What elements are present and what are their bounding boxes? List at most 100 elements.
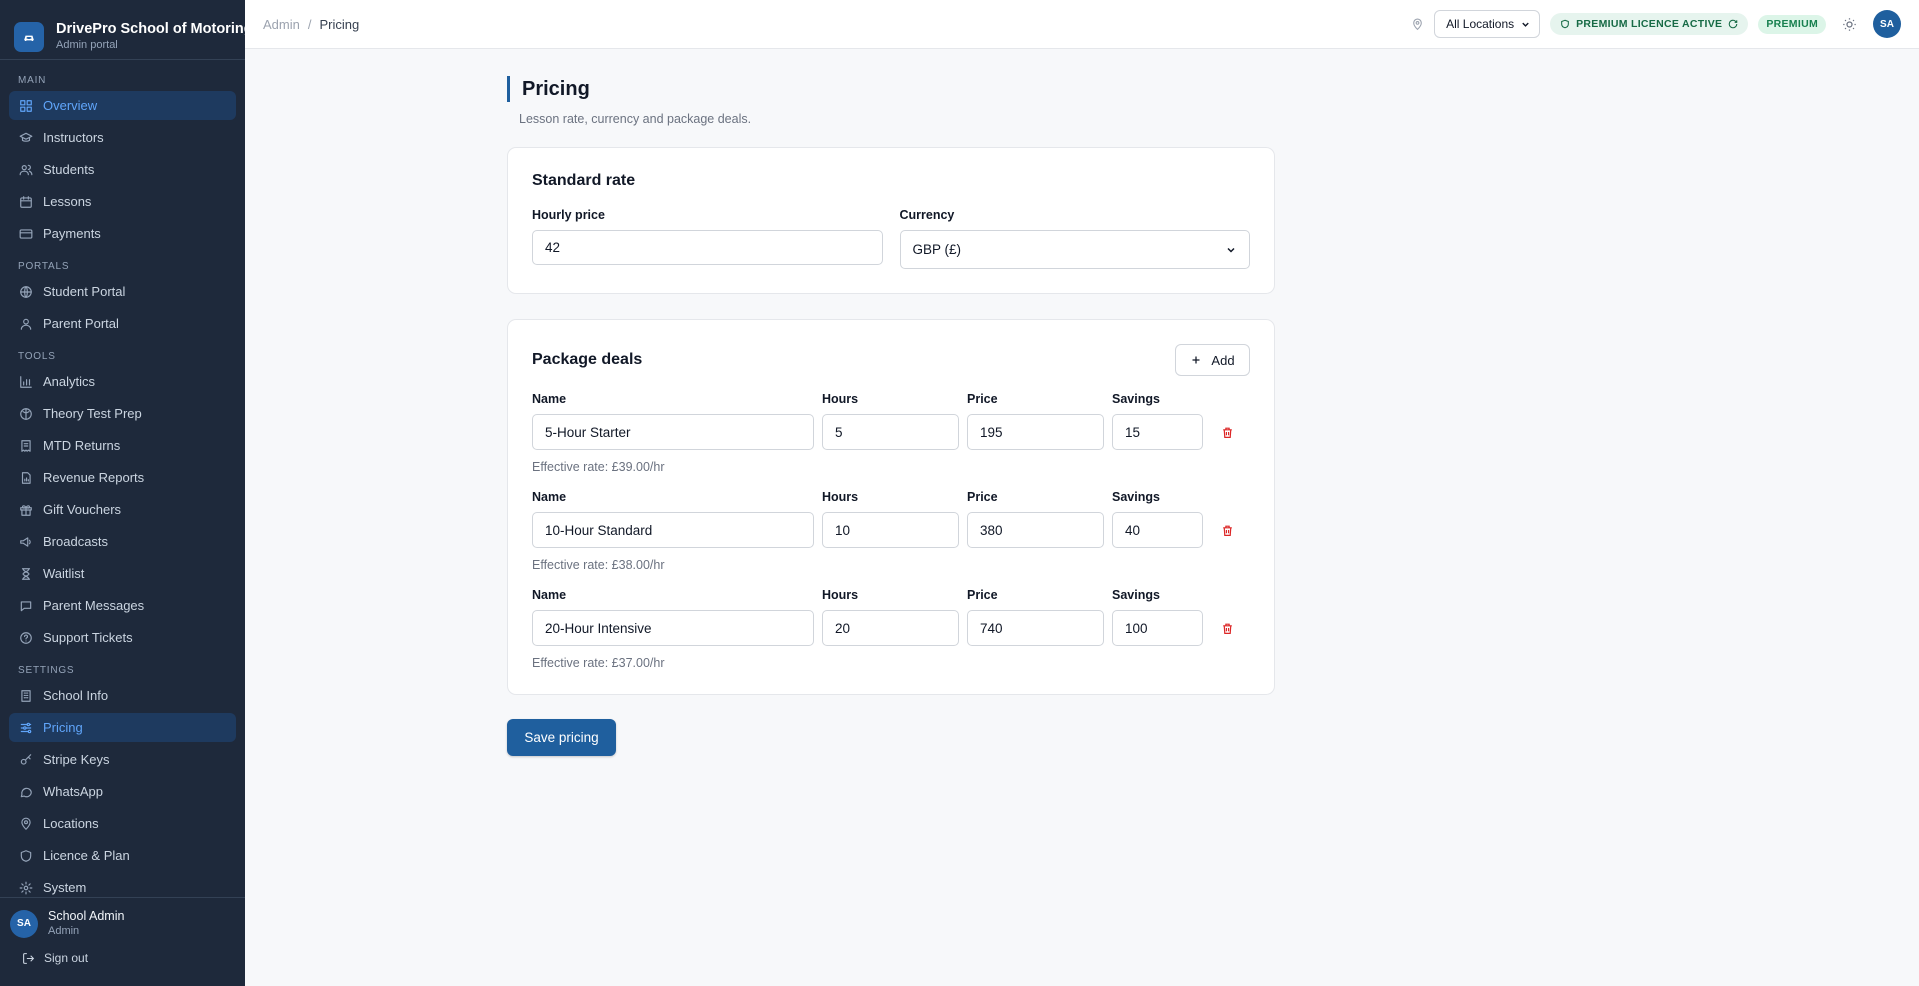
sign-out-button[interactable]: Sign out [10,951,235,965]
credit-card-icon [19,228,33,239]
package-list: Name 5-Hour Starter Hours 5 Price 195 Sa… [532,392,1250,670]
effective-rate: Effective rate: £37.00/hr [532,656,665,670]
nav-section-label: SETTINGS [18,665,75,676]
package-hours-input[interactable]: 10 [822,512,959,548]
sidebar-item-pricing[interactable]: Pricing [9,713,236,742]
user-avatar[interactable]: SA [10,909,38,938]
map-pin-icon [1413,18,1422,30]
header-avatar[interactable]: SA [1873,10,1901,38]
sidebar-item-school-info[interactable]: School Info [9,681,236,710]
package-price-input[interactable]: 740 [967,610,1104,646]
sidebar-item-label: MTD Returns [43,438,121,453]
package-savings-input[interactable]: 15 [1112,414,1203,450]
package-hours-input[interactable]: 20 [822,610,959,646]
sidebar-item-overview[interactable]: Overview [9,91,236,120]
sidebar-item-gift-vouchers[interactable]: Gift Vouchers [9,495,236,524]
package-name-input[interactable]: 20-Hour Intensive [532,610,814,646]
sidebar-item-label: Revenue Reports [43,470,145,485]
key-icon [20,753,32,765]
package-savings-input[interactable]: 40 [1112,512,1203,548]
sidebar-item-licence-plan[interactable]: Licence & Plan [9,841,236,870]
package-price-label: Price [967,490,998,504]
sidebar-item-label: Parent Portal [43,316,119,331]
sidebar-item-locations[interactable]: Locations [9,809,236,838]
sidebar-item-theory-test-prep[interactable]: Theory Test Prep [9,399,236,428]
plus-icon [1192,356,1200,364]
users-icon [19,164,33,175]
package-price-label: Price [967,588,998,602]
currency-select[interactable]: GBP (£) [899,230,1250,269]
sidebar-item-label: Theory Test Prep [43,406,142,421]
package-name-input[interactable]: 5-Hour Starter [532,414,814,450]
user-role: Admin [48,925,80,937]
package-hours-label: Hours [822,588,859,602]
grid-icon [20,99,32,112]
chat-bubble-icon [20,787,32,797]
trash-icon [1222,525,1232,536]
save-pricing-button[interactable]: Save pricing [507,719,616,756]
brand: DrivePro School of Motoring Admin portal [0,0,253,60]
shield-icon [20,849,32,862]
sidebar-item-system[interactable]: System [9,873,236,897]
sidebar-item-support-tickets[interactable]: Support Tickets [9,623,236,652]
sidebar-item-label: Broadcasts [43,534,109,549]
sidebar-item-whatsapp[interactable]: WhatsApp [9,777,236,806]
package-hours-label: Hours [822,490,859,504]
location-select[interactable]: All Locations [1434,10,1541,38]
sidebar-item-parent-messages[interactable]: Parent Messages [9,591,236,620]
sidebar-item-revenue-reports[interactable]: Revenue Reports [9,463,236,492]
package-price-label: Price [967,392,998,406]
sidebar-item-broadcasts[interactable]: Broadcasts [9,527,236,556]
effective-rate: Effective rate: £38.00/hr [532,558,665,572]
building-icon [21,689,31,702]
sidebar-item-label: WhatsApp [43,784,103,799]
refresh-icon[interactable] [1728,19,1738,29]
sign-out-icon [23,952,35,964]
chevron-down-icon [1227,247,1235,253]
sidebar-item-student-portal[interactable]: Student Portal [9,277,236,306]
package-savings-label: Savings [1112,490,1160,504]
currency-label: Currency [899,208,955,222]
gear-icon [19,881,33,894]
package-hours-input[interactable]: 5 [822,414,959,450]
sidebar-item-payments[interactable]: Payments [9,219,236,248]
delete-package-button[interactable] [1211,414,1243,450]
sidebar-item-label: Parent Messages [43,598,145,613]
brand-subtitle: Admin portal [56,39,118,51]
sidebar-item-label: Students [43,162,95,177]
sidebar-item-label: Stripe Keys [43,752,110,767]
user-icon [20,318,32,330]
hourly-price-input[interactable]: 42 [532,230,883,265]
package-price-input[interactable]: 380 [967,512,1104,548]
delete-package-button[interactable] [1211,610,1243,646]
sidebar-item-waitlist[interactable]: Waitlist [9,559,236,588]
sidebar-item-parent-portal[interactable]: Parent Portal [9,309,236,338]
sidebar-item-label: Waitlist [43,566,85,581]
sidebar-item-label: School Info [43,688,109,703]
delete-package-button[interactable] [1211,512,1243,548]
sidebar-item-analytics[interactable]: Analytics [9,367,236,396]
topbar: Admin / Pricing All Locations PREMIUM LI… [245,0,1919,49]
receipt-icon [21,439,31,452]
page-title: Pricing [507,76,1275,102]
sidebar-item-lessons[interactable]: Lessons [9,187,236,216]
effective-rate: Effective rate: £39.00/hr [532,460,665,474]
package-savings-label: Savings [1112,392,1160,406]
add-package-button[interactable]: Add [1175,344,1250,376]
sidebar-item-label: Support Tickets [43,630,133,645]
package-price-input[interactable]: 195 [967,414,1104,450]
sidebar-item-label: Licence & Plan [43,848,130,863]
message-icon [20,600,32,611]
sidebar-item-instructors[interactable]: Instructors [9,123,236,152]
sidebar-item-mtd-returns[interactable]: MTD Returns [9,431,236,460]
theme-toggle-sun-icon[interactable] [1842,17,1857,32]
user-box: SA School Admin Admin Sign out [0,897,245,986]
sidebar-item-students[interactable]: Students [9,155,236,184]
package-deals-card: Package deals Add Name 5-Hour Starter Ho… [507,319,1275,695]
breadcrumb-admin[interactable]: Admin [263,17,300,32]
package-savings-input[interactable]: 100 [1112,610,1203,646]
package-name-input[interactable]: 10-Hour Standard [532,512,814,548]
file-chart-icon [21,471,31,484]
page-subtitle: Lesson rate, currency and package deals. [519,112,752,126]
sidebar-item-stripe-keys[interactable]: Stripe Keys [9,745,236,774]
